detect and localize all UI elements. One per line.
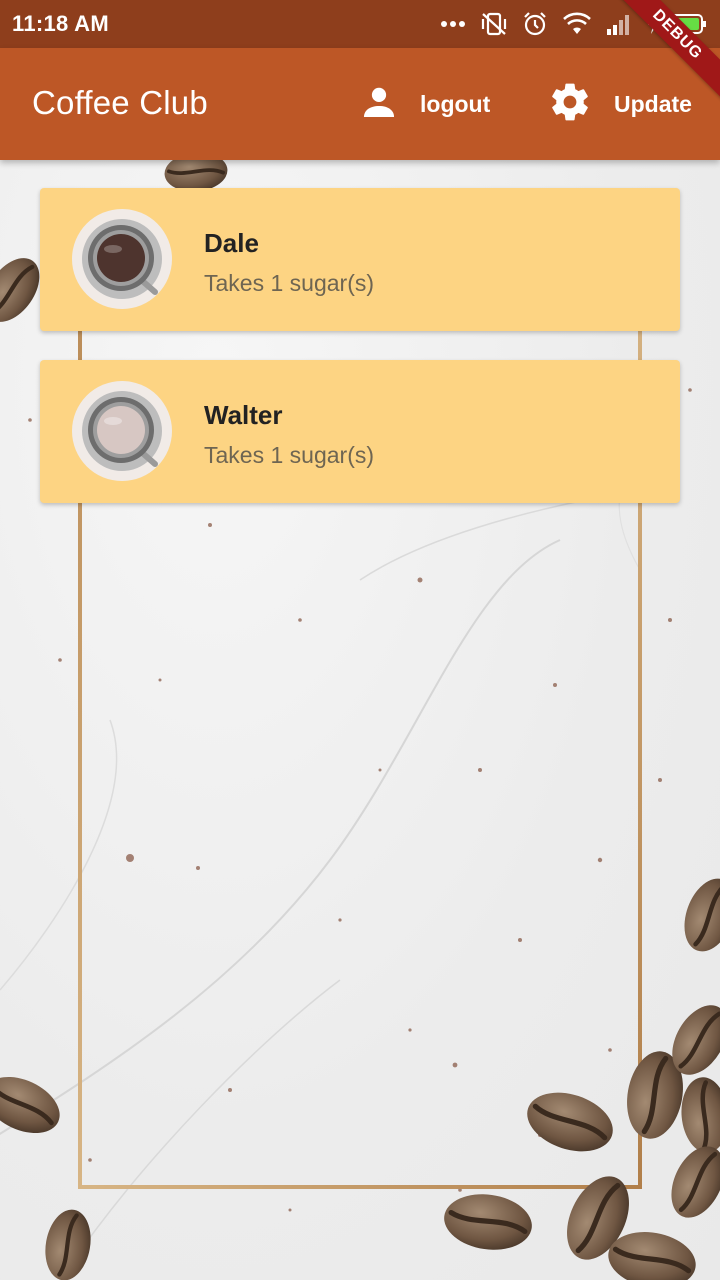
coffee-cup-icon xyxy=(72,209,172,309)
gear-icon xyxy=(548,80,592,129)
signal-icon xyxy=(606,12,632,36)
alarm-icon xyxy=(522,11,548,37)
logout-button[interactable]: logout xyxy=(360,78,490,130)
member-name: Dale xyxy=(204,228,259,258)
member-sugar: Takes 1 sugar(s) xyxy=(204,270,375,296)
coffee-liquid xyxy=(97,234,145,282)
status-bar: 11:18 AM xyxy=(0,0,720,48)
person-icon xyxy=(360,83,398,126)
wifi-icon xyxy=(562,12,592,36)
coffee-liquid xyxy=(97,406,145,454)
member-sugar: Takes 1 sugar(s) xyxy=(204,442,375,468)
vibrate-off-icon xyxy=(480,11,508,37)
update-button[interactable]: Update xyxy=(548,78,692,130)
logout-label: logout xyxy=(420,90,491,117)
app-title: Coffee Club xyxy=(32,84,208,121)
app-bar: Coffee Club logout Update xyxy=(0,48,720,160)
member-card[interactable]: Dale Takes 1 sugar(s) xyxy=(40,188,680,331)
member-name: Walter xyxy=(204,400,283,430)
more-dots-icon xyxy=(440,19,466,29)
member-card[interactable]: Walter Takes 1 sugar(s) xyxy=(40,360,680,503)
status-time: 11:18 AM xyxy=(12,11,109,36)
update-label: Update xyxy=(614,90,692,117)
coffee-cup-icon xyxy=(72,381,172,481)
